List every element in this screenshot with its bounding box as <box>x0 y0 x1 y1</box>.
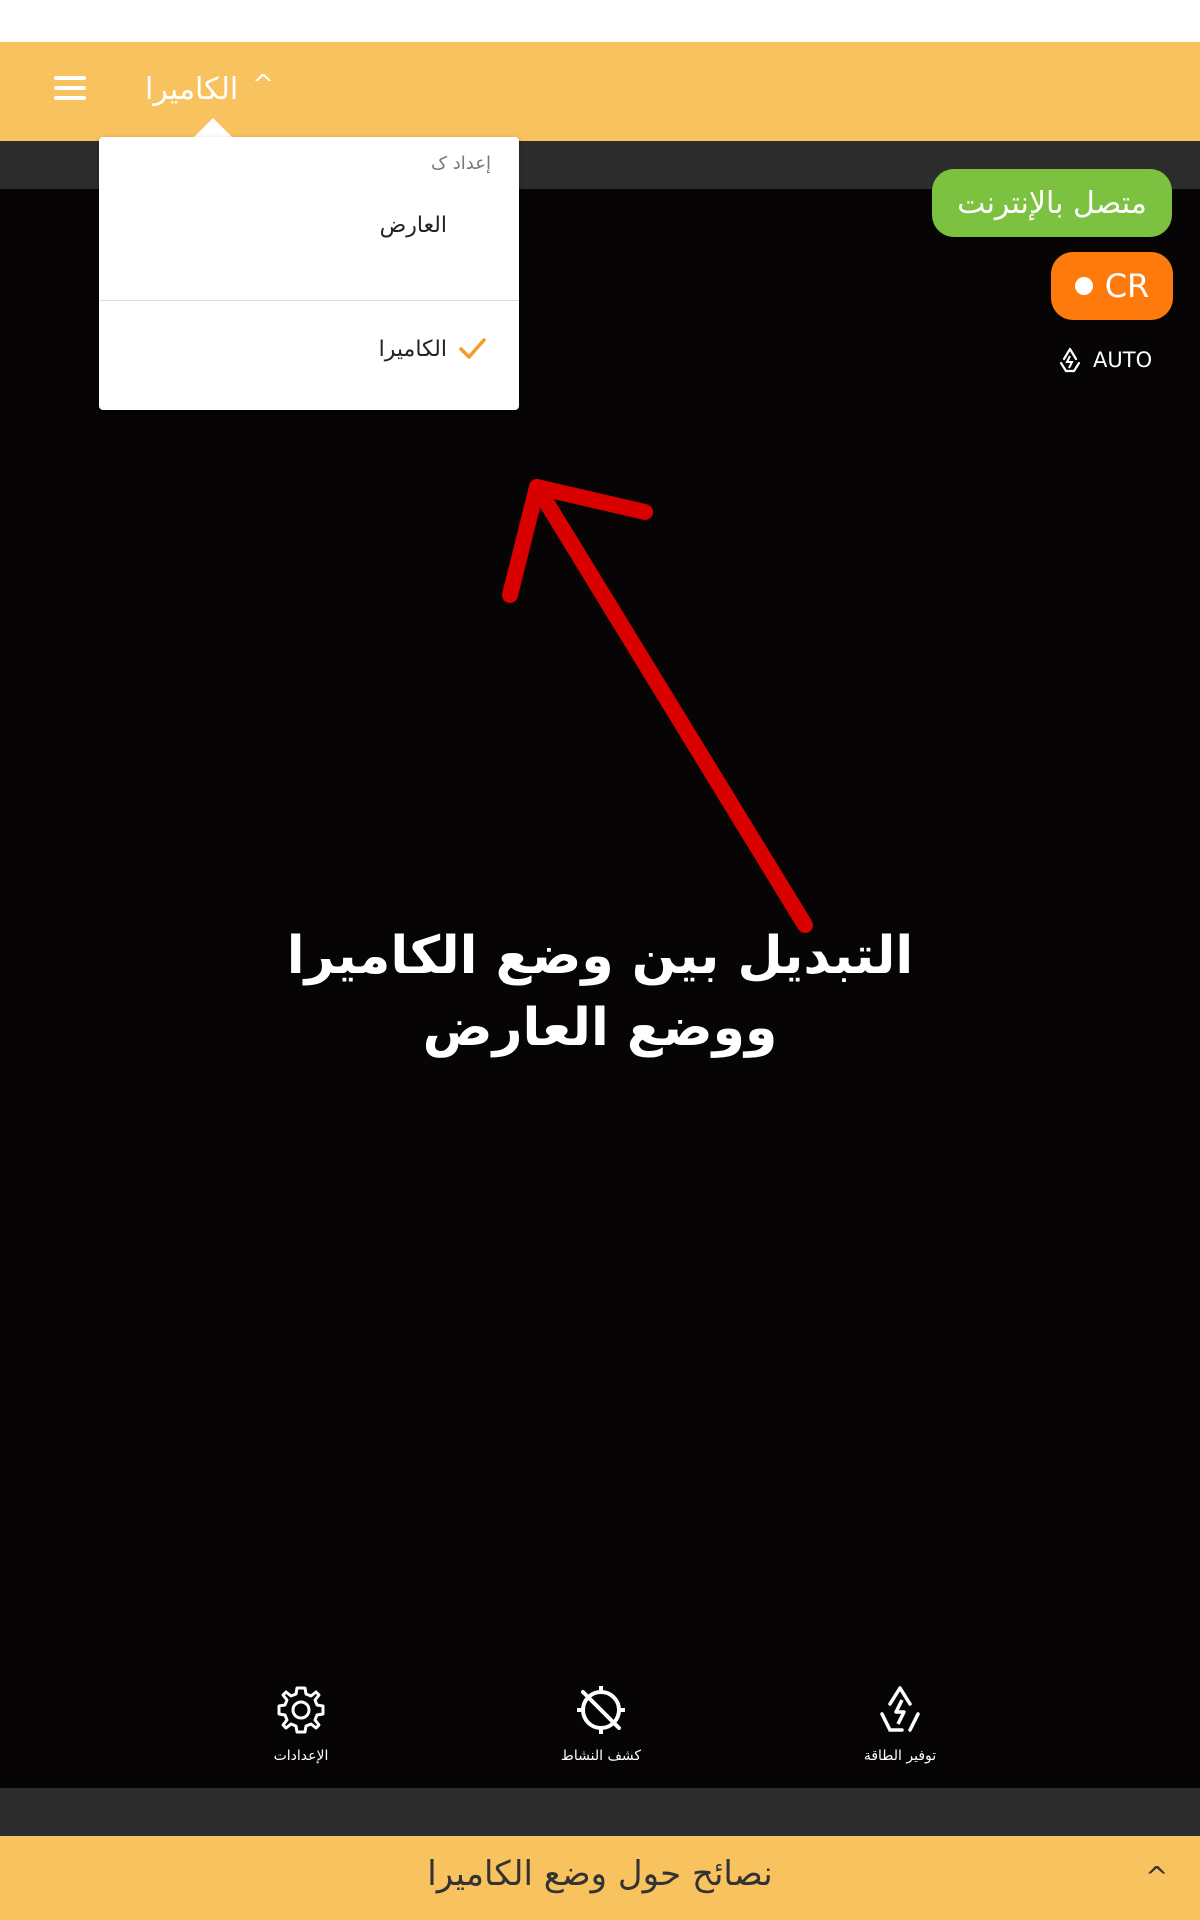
option-label: الكاميرا <box>378 337 447 362</box>
gear-icon <box>277 1686 325 1734</box>
dropdown-option-viewer[interactable]: العارض <box>99 177 519 287</box>
auto-power-indicator[interactable]: AUTO <box>1055 345 1152 375</box>
bottom-strip <box>0 1788 1200 1836</box>
dropdown-pointer <box>193 118 233 138</box>
chevron-up-icon: ^ <box>252 70 274 100</box>
nav-label: توفير الطاقة <box>863 1748 937 1764</box>
app-header: الكاميرا ^ <box>0 42 1200 141</box>
tips-title: نصائح حول وضع الكاميرا <box>427 1854 773 1894</box>
chevron-up-icon: ^ <box>1145 1860 1169 1893</box>
online-status-badge: متصل بالإنترنت <box>932 169 1172 237</box>
tips-panel-toggle[interactable]: نصائح حول وضع الكاميرا ^ <box>0 1836 1200 1920</box>
hamburger-menu-icon[interactable] <box>44 70 96 110</box>
nav-power-saving[interactable]: توفير الطاقة <box>810 1680 990 1790</box>
status-bar-area <box>0 0 1200 42</box>
annotation-line-1: التبديل بين وضع الكاميرا <box>286 926 914 986</box>
nav-label: كشف النشاط <box>560 1748 642 1764</box>
check-icon <box>459 338 486 359</box>
mode-title: الكاميرا <box>145 71 239 107</box>
recycle-power-icon <box>1059 347 1081 373</box>
dropdown-option-camera[interactable]: الكاميرا <box>99 301 519 411</box>
motion-detection-off-icon <box>577 1686 625 1734</box>
mode-dropdown: إعداد ک العارض الكاميرا <box>99 137 519 410</box>
record-dot-icon <box>1074 277 1093 295</box>
mode-selector[interactable]: الكاميرا ^ <box>145 64 274 114</box>
record-badge[interactable]: CR <box>1051 252 1173 320</box>
nav-label: الإعدادات <box>273 1748 329 1764</box>
annotation-text: التبديل بين وضع الكاميرا ووضع العارض <box>240 920 960 1064</box>
nav-settings[interactable]: الإعدادات <box>211 1680 391 1790</box>
dropdown-header: إعداد ک <box>430 153 491 174</box>
option-label: العارض <box>379 213 447 238</box>
nav-motion-detection[interactable]: كشف النشاط <box>511 1680 691 1790</box>
annotation-line-2: ووضع العارض <box>422 998 778 1058</box>
auto-label: AUTO <box>1093 348 1153 372</box>
record-label: CR <box>1104 267 1150 305</box>
power-saving-icon <box>880 1686 920 1732</box>
